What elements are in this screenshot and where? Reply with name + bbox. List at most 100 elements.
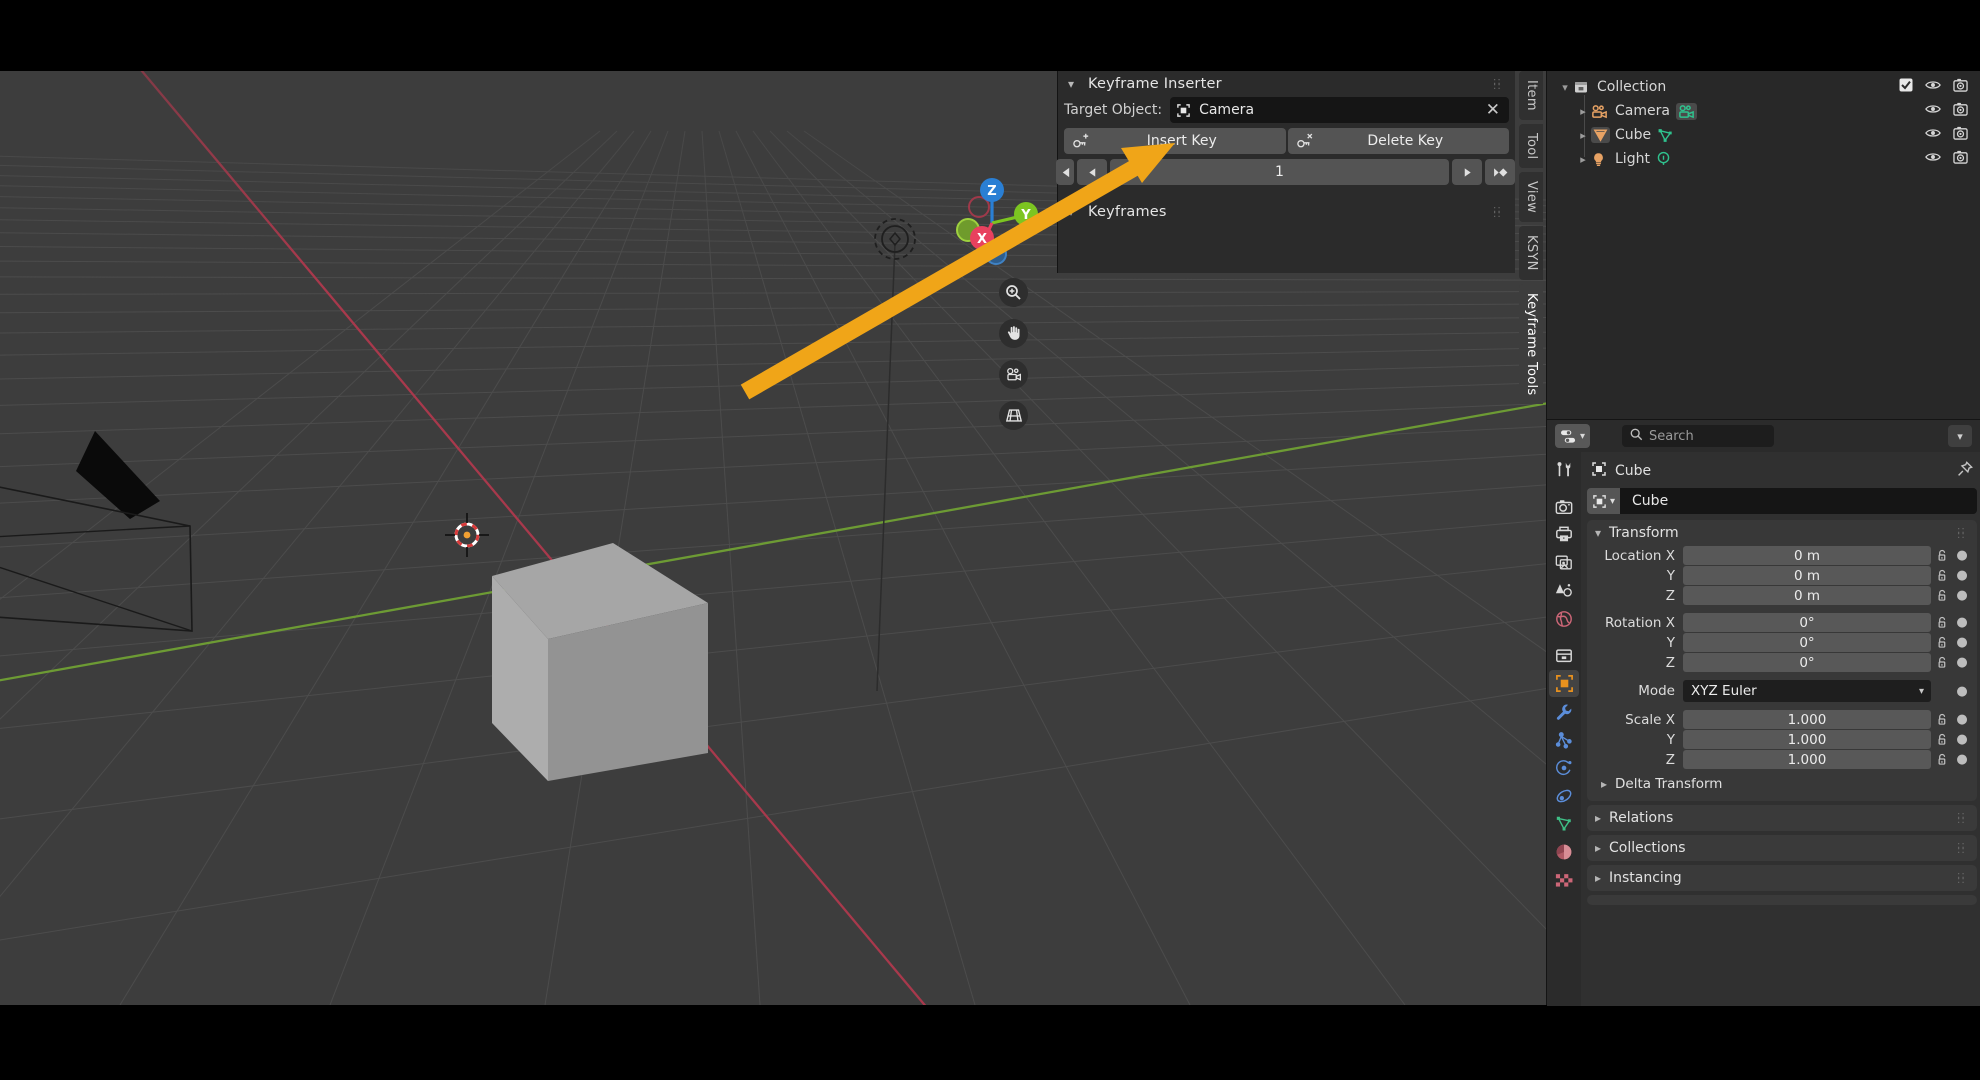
particles-tab[interactable] <box>1549 726 1579 753</box>
rotation-x-field[interactable]: 0° <box>1683 613 1931 632</box>
lock-icon[interactable] <box>1931 636 1953 649</box>
constraints-tab[interactable] <box>1549 782 1579 809</box>
properties-editor[interactable]: ▾ Search ▾ Cube ▾ Cube ▾ Transform:::: … <box>1546 419 1980 1006</box>
play-button[interactable] <box>1452 159 1482 185</box>
animate-property-dot[interactable]: ● <box>1953 548 1971 563</box>
lock-icon[interactable] <box>1931 753 1953 766</box>
instancing-panel-header[interactable]: ▸ Instancing :::: <box>1587 865 1977 891</box>
chevron-right-icon[interactable]: ▸ <box>1575 129 1591 142</box>
animate-property-dot[interactable]: ● <box>1953 684 1971 699</box>
eye-icon[interactable] <box>1925 127 1941 143</box>
rotation-y-field[interactable]: 0° <box>1683 633 1931 652</box>
lock-icon[interactable] <box>1931 549 1953 562</box>
insert-key-button[interactable]: Insert Key <box>1064 128 1286 154</box>
lock-icon[interactable] <box>1931 733 1953 746</box>
jump-to-keyframe-button[interactable] <box>1485 159 1515 185</box>
delta-transform-panel-header[interactable]: ▸ Delta Transform <box>1587 773 1971 795</box>
material-tab[interactable] <box>1549 838 1579 865</box>
render-camera-icon[interactable] <box>1953 150 1968 168</box>
animate-property-dot[interactable]: ● <box>1953 615 1971 630</box>
previous-frame-button[interactable] <box>1077 159 1107 185</box>
animate-property-dot[interactable]: ● <box>1953 655 1971 670</box>
modifiers-tab[interactable] <box>1549 698 1579 725</box>
camera-view-icon[interactable] <box>999 360 1028 389</box>
location-z-field[interactable]: 0 m <box>1683 586 1931 605</box>
object-name-field[interactable]: Cube <box>1620 488 1977 514</box>
navigation-gizmo[interactable]: Z Y X <box>945 176 1040 271</box>
lock-icon[interactable] <box>1931 569 1953 582</box>
render-camera-icon[interactable] <box>1953 102 1968 120</box>
outliner-row-cube[interactable]: ▸ Cube <box>1547 123 1980 147</box>
output-tab[interactable] <box>1549 521 1579 548</box>
zoom-icon[interactable] <box>999 278 1028 307</box>
light-data-icon[interactable] <box>1656 151 1682 167</box>
outliner-row-collection[interactable]: ▾ Collection <box>1547 75 1980 99</box>
sidebar-tab-item[interactable]: Item <box>1519 71 1543 120</box>
render-camera-icon[interactable] <box>1953 126 1968 144</box>
sidebar-tab-ksyn[interactable]: KSYN <box>1519 226 1543 280</box>
animate-property-dot[interactable]: ● <box>1953 732 1971 747</box>
cube-object[interactable] <box>470 531 710 781</box>
rotation-mode-dropdown[interactable]: XYZ Euler ▾ <box>1683 680 1931 702</box>
chevron-down-icon[interactable]: ▾ <box>1557 81 1573 94</box>
eye-icon[interactable] <box>1925 79 1941 95</box>
render-tab[interactable] <box>1549 493 1579 520</box>
camera-data-icon[interactable] <box>1675 102 1702 120</box>
chevron-right-icon[interactable]: ▸ <box>1575 153 1591 166</box>
sidebar-tab-keyframe-tools[interactable]: Keyframe Tools <box>1519 283 1543 405</box>
light-object[interactable] <box>855 211 935 691</box>
current-frame-field[interactable]: 1 <box>1110 159 1449 185</box>
hand-pan-icon[interactable] <box>999 319 1028 348</box>
eye-icon[interactable] <box>1925 103 1941 119</box>
lock-icon[interactable] <box>1931 713 1953 726</box>
collection-tab[interactable] <box>1549 642 1579 669</box>
jump-to-start-button[interactable] <box>1056 159 1074 185</box>
next-panel-partial[interactable] <box>1587 895 1977 905</box>
view-layer-tab[interactable] <box>1549 549 1579 576</box>
delete-key-button[interactable]: Delete Key <box>1287 128 1509 154</box>
animate-property-dot[interactable]: ● <box>1953 712 1971 727</box>
editor-type-icon[interactable]: ▾ <box>1555 424 1591 448</box>
3d-viewport[interactable]: Z Y X ▾ Keyframe Inserter:::: Target Ob… <box>0 71 1546 1005</box>
outliner-row-camera[interactable]: ▸ Camera <box>1547 99 1980 123</box>
transform-panel-header[interactable]: ▾ Transform :::: <box>1587 520 1977 546</box>
scale-z-field[interactable]: 1.000 <box>1683 750 1931 769</box>
search-input[interactable]: Search <box>1622 425 1775 447</box>
chevron-right-icon[interactable]: ▸ <box>1575 105 1591 118</box>
target-object-field[interactable]: Camera ✕ <box>1170 97 1509 123</box>
sidebar-tab-tool[interactable]: Tool <box>1519 123 1543 169</box>
animate-property-dot[interactable]: ● <box>1953 568 1971 583</box>
tool-tab[interactable] <box>1549 456 1579 483</box>
animate-property-dot[interactable]: ● <box>1953 635 1971 650</box>
filter-chevron-down-icon[interactable]: ▾ <box>1948 425 1972 447</box>
outliner-editor[interactable]: ▾ Collection ▸ Camera ▸ Cube ▸ Light <box>1546 71 1980 419</box>
rotation-z-field[interactable]: 0° <box>1683 653 1931 672</box>
toggle-ortho-icon[interactable] <box>999 401 1028 430</box>
object-tab[interactable] <box>1549 670 1579 697</box>
mesh-data-icon[interactable] <box>1657 128 1683 143</box>
location-x-field[interactable]: 0 m <box>1683 546 1931 565</box>
world-tab[interactable] <box>1549 605 1579 632</box>
keyframe-inserter-panel-header[interactable]: ▾ Keyframe Inserter :::: <box>1058 71 1515 97</box>
scale-x-field[interactable]: 1.000 <box>1683 710 1931 729</box>
relations-panel-header[interactable]: ▸ Relations :::: <box>1587 805 1977 831</box>
animate-property-dot[interactable]: ● <box>1953 588 1971 603</box>
keyframes-panel-header[interactable]: ▾ Keyframes :::: <box>1058 199 1515 225</box>
data-tab[interactable] <box>1549 810 1579 837</box>
close-icon[interactable]: ✕ <box>1483 101 1503 119</box>
object-id-picker[interactable]: ▾ <box>1587 488 1621 514</box>
texture-tab[interactable] <box>1549 866 1579 893</box>
sidebar-tab-view[interactable]: View <box>1519 172 1543 223</box>
location-y-field[interactable]: 0 m <box>1683 566 1931 585</box>
lock-icon[interactable] <box>1931 656 1953 669</box>
animate-property-dot[interactable]: ● <box>1953 752 1971 767</box>
lock-icon[interactable] <box>1931 616 1953 629</box>
scale-y-field[interactable]: 1.000 <box>1683 730 1931 749</box>
eye-icon[interactable] <box>1925 151 1941 167</box>
scene-tab[interactable] <box>1549 577 1579 604</box>
lock-icon[interactable] <box>1931 589 1953 602</box>
collections-panel-header[interactable]: ▸ Collections :::: <box>1587 835 1977 861</box>
pin-icon[interactable] <box>1957 461 1973 481</box>
outliner-row-light[interactable]: ▸ Light <box>1547 147 1980 171</box>
render-camera-icon[interactable] <box>1953 78 1968 96</box>
